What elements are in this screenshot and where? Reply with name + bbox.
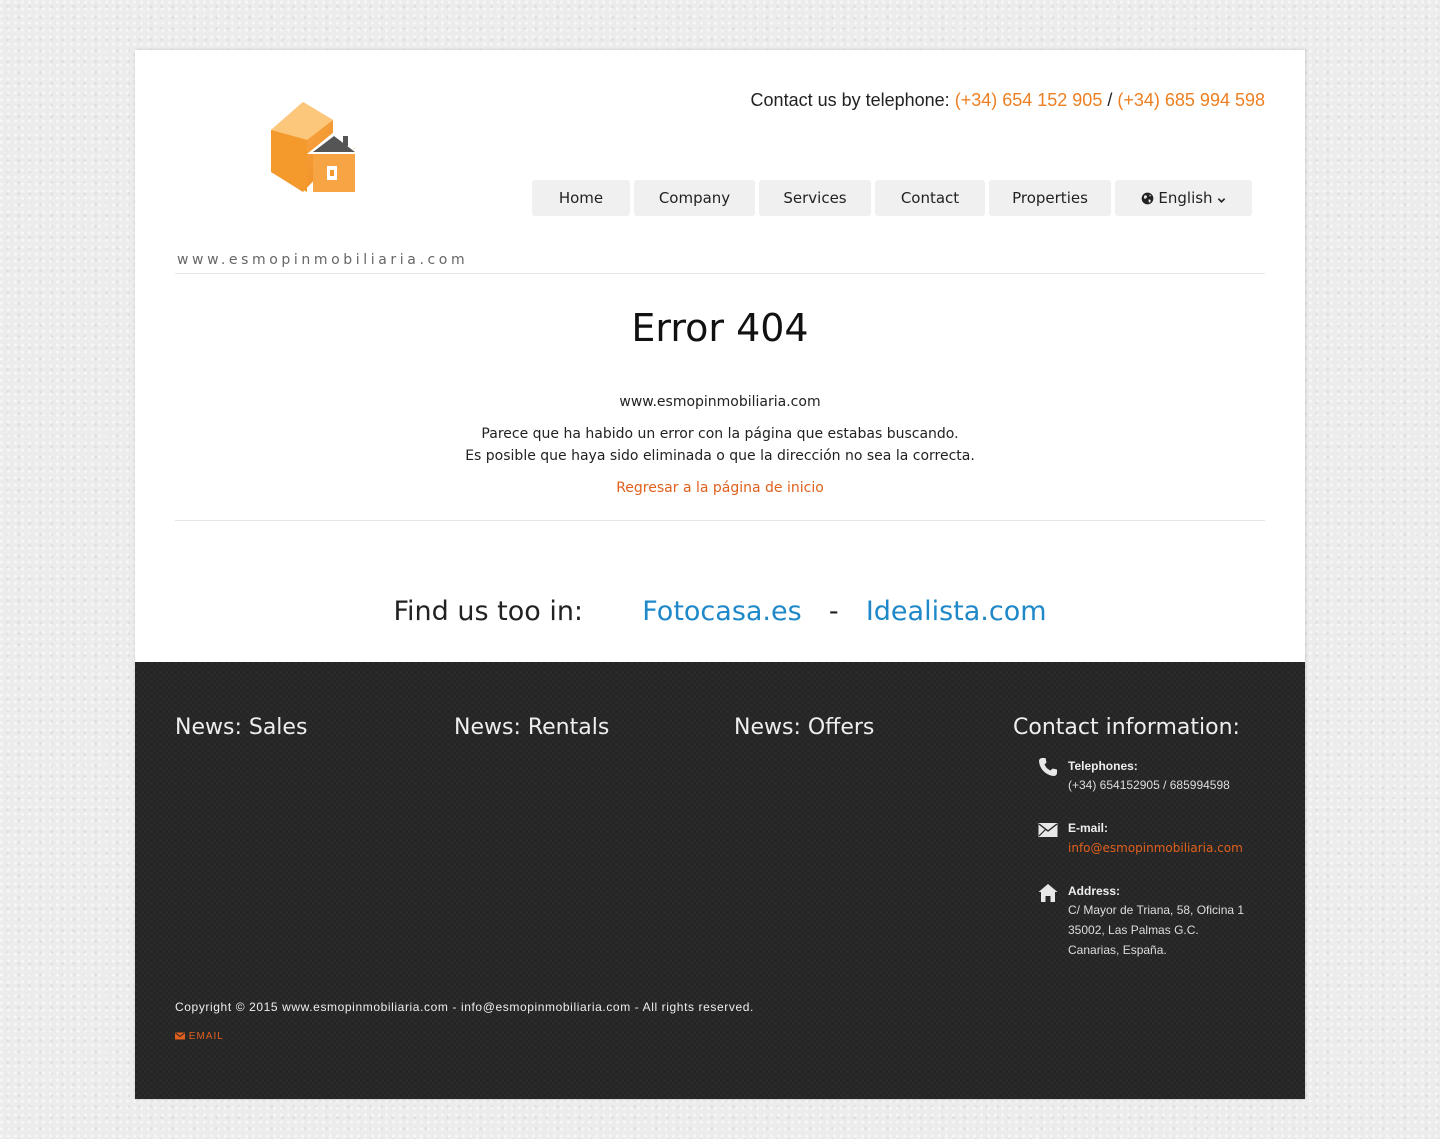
find-us-row: Find us too in: Fotocasa.es - Idealista.…: [135, 596, 1305, 627]
main-nav: Home Company Services Contact Properties…: [532, 180, 1252, 216]
nav-company[interactable]: Company: [634, 180, 755, 216]
nav-home[interactable]: Home: [532, 180, 630, 216]
email-label: E-mail:: [1068, 821, 1109, 835]
header-contact: Contact us by telephone: (+34) 654 152 9…: [751, 90, 1265, 111]
nav-services[interactable]: Services: [759, 180, 871, 216]
footer-contact-heading: Contact information:: [1013, 715, 1240, 740]
footer: News: Sales News: Rentals News: Offers C…: [135, 662, 1305, 1099]
telephones-label: Telephones:: [1068, 759, 1138, 773]
address-line-1: C/ Mayor de Triana, 58, Oficina 1: [1068, 903, 1245, 917]
language-dropdown[interactable]: English: [1115, 180, 1252, 216]
find-us-label: Find us too in:: [393, 596, 584, 627]
phone-link-2[interactable]: (+34) 685 994 598: [1117, 90, 1265, 110]
page-container: www.esmopinmobiliaria.com Contact us by …: [135, 50, 1305, 1099]
copyright-text: Copyright © 2015 www.esmopinmobiliaria.c…: [175, 1000, 754, 1014]
phone-link-1[interactable]: (+34) 654 152 905: [955, 90, 1103, 110]
phone-icon: [1039, 758, 1057, 776]
nav-contact[interactable]: Contact: [875, 180, 985, 216]
footer-news-rentals-heading: News: Rentals: [454, 715, 610, 740]
house-logo-icon: [271, 102, 361, 192]
error-title: Error 404: [631, 306, 809, 350]
divider-top: [175, 273, 1265, 274]
chevron-down-icon: [1218, 198, 1226, 203]
telephones-value: (+34) 654152905 / 685994598: [1068, 778, 1230, 792]
contact-prefix: Contact us by telephone:: [750, 90, 950, 110]
language-label: English: [1158, 189, 1213, 207]
fotocasa-link[interactable]: Fotocasa.es: [642, 596, 801, 627]
back-link-row: Regresar a la página de inicio: [135, 480, 1305, 496]
error-message-1: Parece que ha habido un error con la pág…: [481, 426, 959, 442]
error-site: www.esmopinmobiliaria.com: [619, 394, 821, 410]
site-logo[interactable]: www.esmopinmobiliaria.com: [175, 100, 465, 270]
globe-icon: [1141, 192, 1153, 205]
footer-email-label: EMAIL: [188, 1031, 224, 1042]
nav-properties[interactable]: Properties: [989, 180, 1111, 216]
home-icon: [1038, 884, 1058, 902]
footer-email-button[interactable]: EMAIL: [175, 1031, 224, 1042]
address-label: Address:: [1068, 884, 1121, 898]
logo-text: www.esmopinmobiliaria.com: [177, 252, 469, 268]
back-home-link[interactable]: Regresar a la página de inicio: [616, 480, 824, 496]
footer-news-offers-heading: News: Offers: [734, 715, 875, 740]
idealista-link[interactable]: Idealista.com: [866, 596, 1047, 627]
envelope-icon: [1038, 823, 1058, 837]
footer-news-sales-heading: News: Sales: [175, 715, 308, 740]
phone-separator: /: [1107, 90, 1113, 110]
envelope-small-icon: [175, 1032, 185, 1040]
divider-bottom: [175, 520, 1265, 521]
address-line-2: 35002, Las Palmas G.C.: [1068, 923, 1199, 937]
find-us-dash: -: [828, 596, 839, 627]
address-line-3: Canarias, España.: [1068, 943, 1167, 957]
error-message-2: Es posible que haya sido eliminada o que…: [465, 448, 975, 464]
email-link[interactable]: info@esmopinmobiliaria.com: [1068, 838, 1243, 858]
